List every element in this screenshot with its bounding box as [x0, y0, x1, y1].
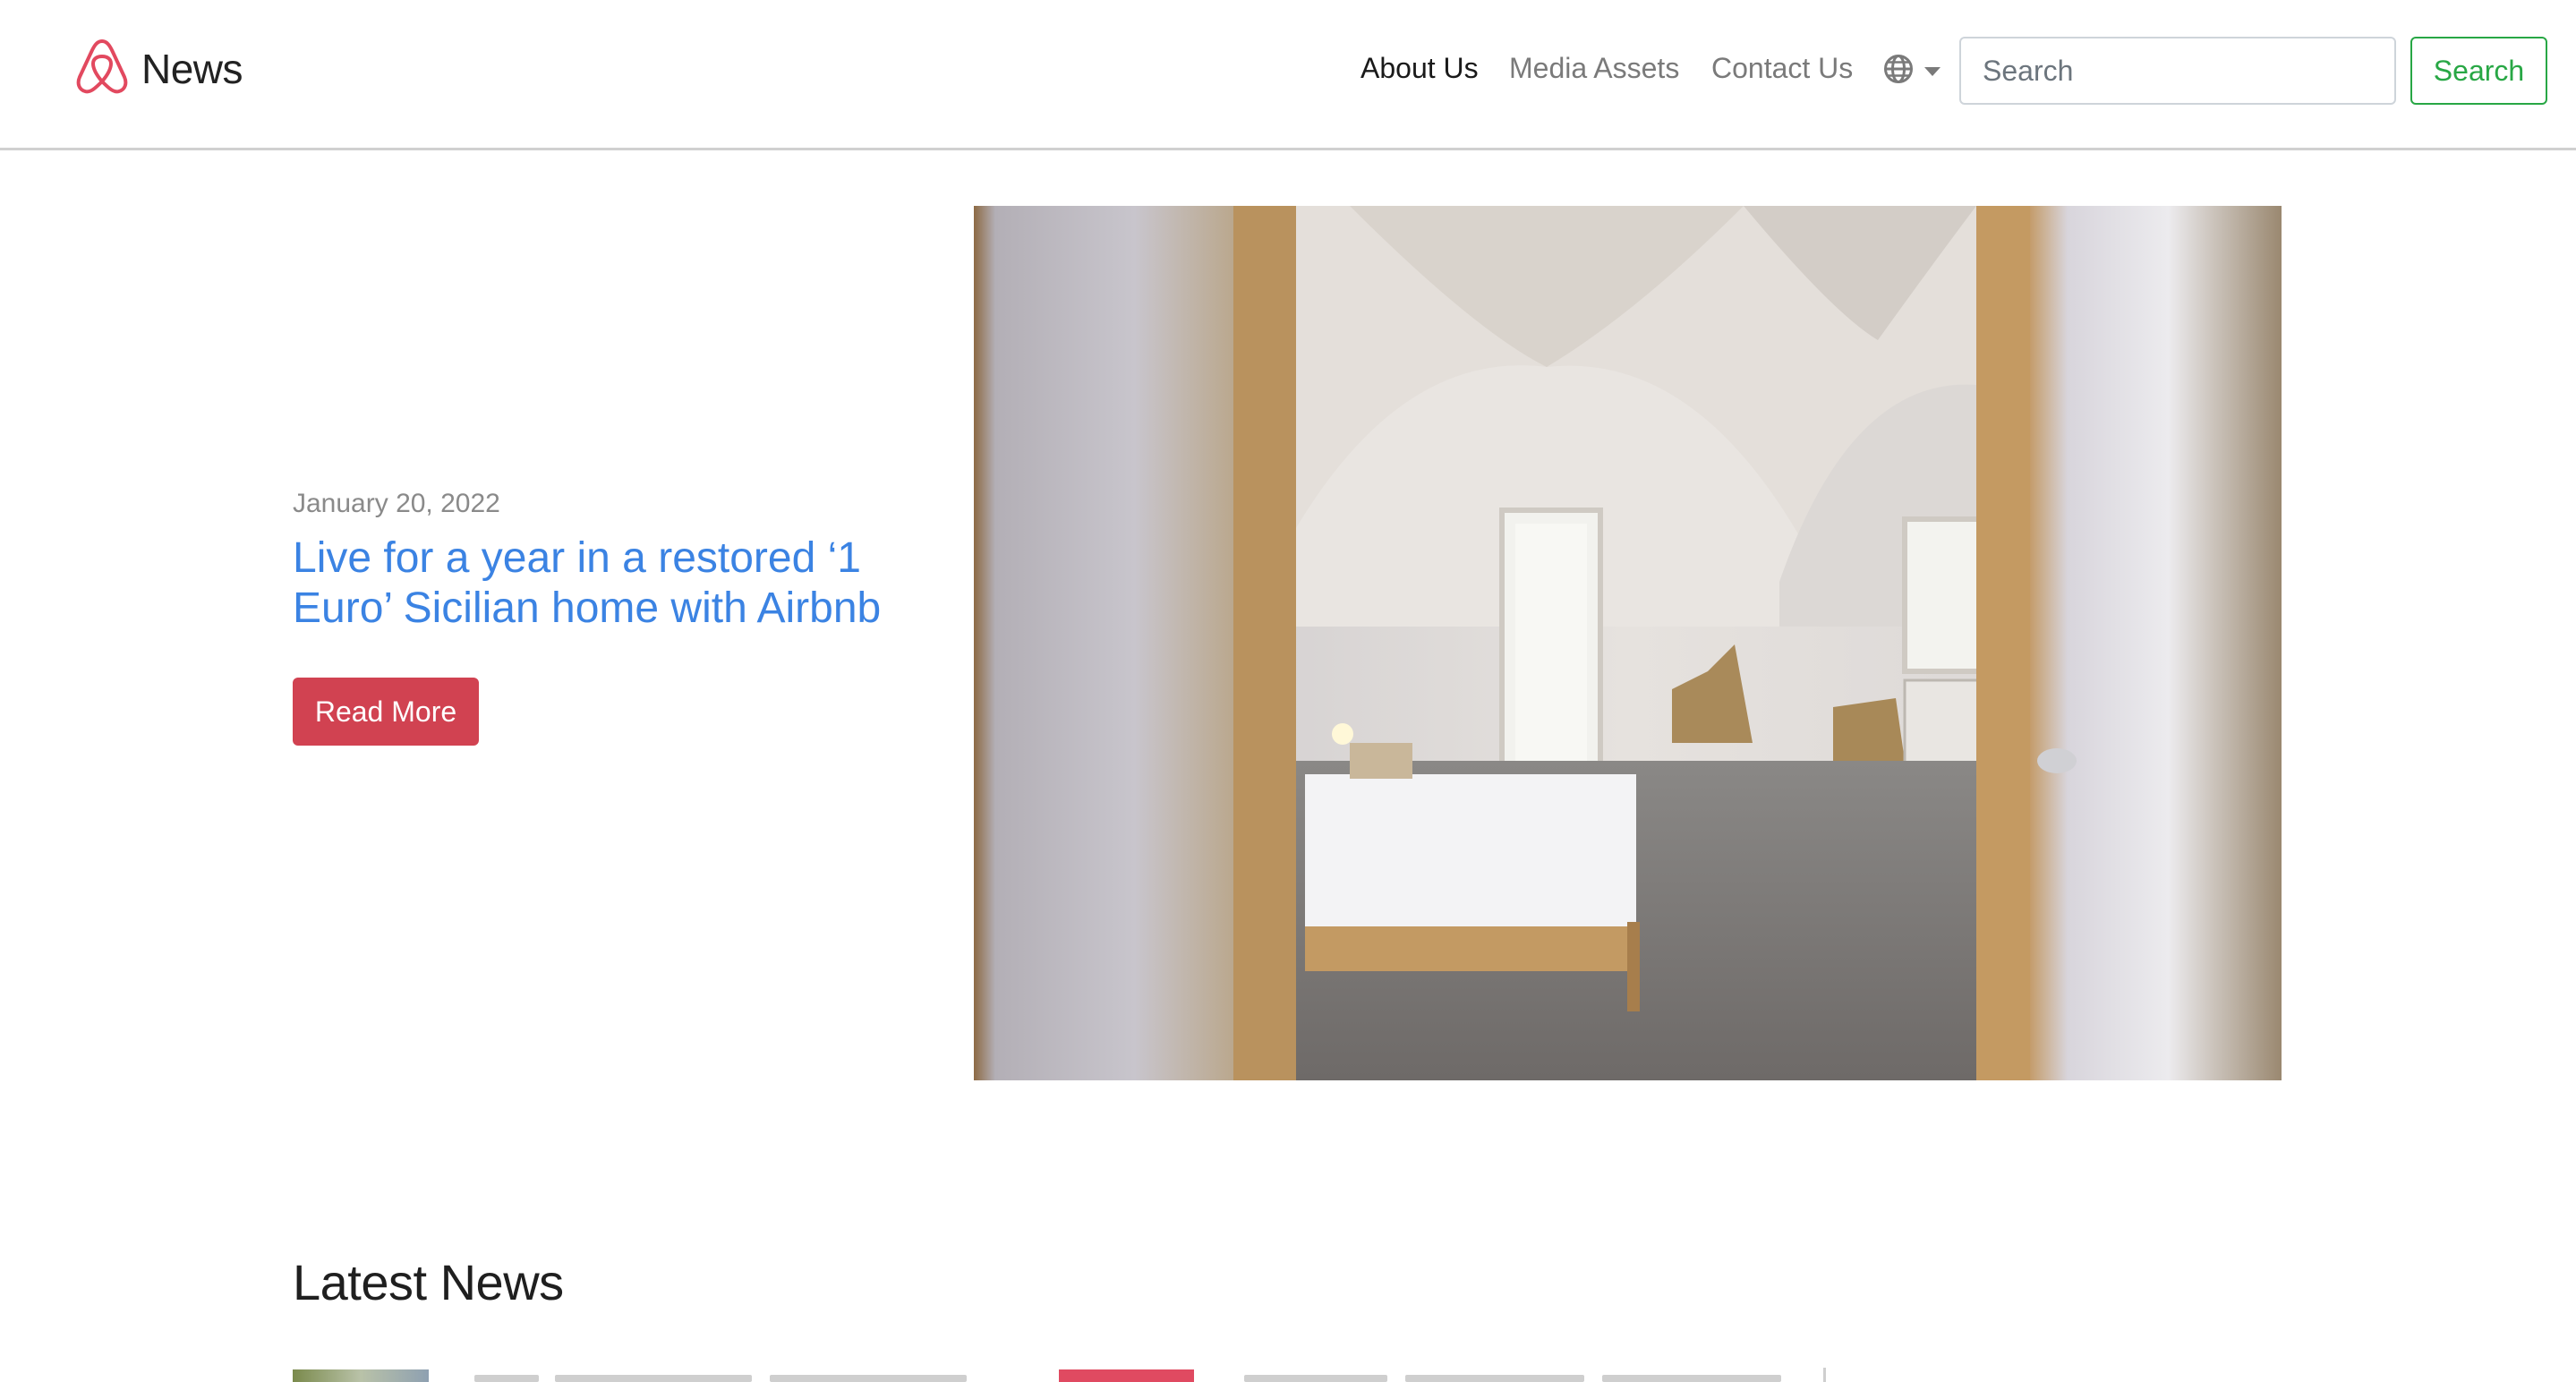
nav-link-media-assets[interactable]: Media Assets	[1509, 52, 1679, 85]
nav-link-about-us[interactable]: About Us	[1361, 52, 1479, 85]
news-title-partial[interactable]	[770, 1375, 967, 1382]
news-thumbnail[interactable]	[293, 1369, 429, 1382]
read-more-button[interactable]: Read More	[293, 678, 479, 746]
brand-link[interactable]: News	[73, 36, 243, 101]
bedroom-photo	[974, 206, 2282, 1080]
hero-title-link[interactable]: Live for a year in a restored ‘1 Euro’ S…	[293, 533, 919, 634]
news-title-partial[interactable]	[1244, 1375, 1387, 1382]
news-title-partial[interactable]	[555, 1375, 752, 1382]
globe-icon	[1883, 54, 1914, 89]
latest-news-heading: Latest News	[293, 1254, 564, 1310]
news-title-partial[interactable]	[1602, 1375, 1781, 1382]
news-title-partial[interactable]	[474, 1375, 539, 1382]
nav-link-contact-us[interactable]: Contact Us	[1711, 52, 1853, 85]
hero-date: January 20, 2022	[293, 489, 500, 518]
airbnb-belo-icon	[73, 36, 131, 101]
top-navbar: News About Us Media Assets Contact Us Se…	[0, 0, 2576, 150]
chevron-down-icon	[1924, 66, 1941, 76]
news-title-partial[interactable]	[1405, 1375, 1584, 1382]
brand-name: News	[141, 45, 243, 92]
search-button[interactable]: Search	[2410, 37, 2547, 105]
language-dropdown[interactable]	[1883, 54, 1941, 89]
column-divider	[1823, 1368, 1826, 1382]
hero-image[interactable]	[974, 206, 2282, 1080]
search-input[interactable]	[1959, 37, 2396, 105]
news-thumbnail[interactable]	[1059, 1369, 1194, 1382]
